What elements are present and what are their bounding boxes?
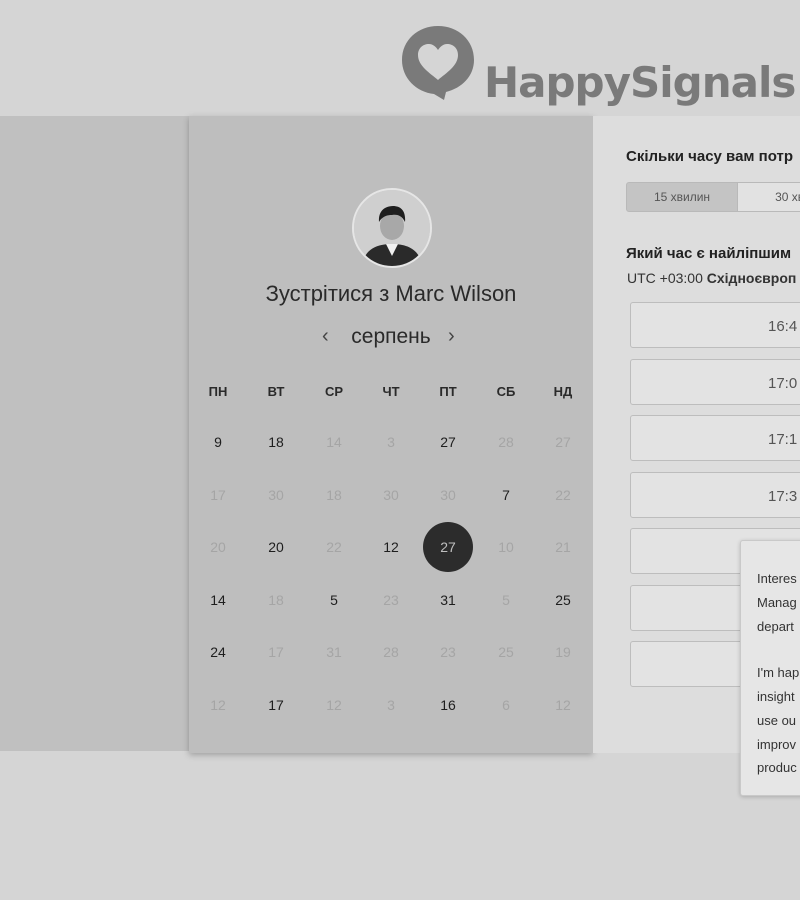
calendar-day[interactable]: 14 [193,575,243,625]
calendar-day: 31 [326,644,342,661]
calendar-day: 28 [383,644,399,661]
chat-popup-line: Interes [757,571,797,586]
calendar-day: 14 [326,434,342,450]
calendar-day: 12 [210,697,226,713]
time-slot-label: 17:0 [768,374,798,392]
weekday-label: ВТ [267,384,285,399]
calendar-day-selected[interactable]: 27 [423,522,473,573]
calendar-day: 23 [440,644,456,661]
calendar-panel: Зустрітися з Marc Wilson ‹ серпень › ПН В… [189,116,593,753]
timezone-name: Східноєвроп [706,270,797,286]
calendar-day: 28 [498,434,514,450]
chat-popup-line: Manag [757,595,797,610]
weekday-label: ЧТ [382,384,400,399]
chat-popup-line: improv [757,737,797,752]
calendar-day: 17 [268,644,284,661]
weekday-label: ПН [208,384,228,399]
calendar-day[interactable]: 20 [251,522,301,572]
time-slot-button[interactable]: 17:1 [630,415,800,461]
timezone-offset: UTC +03:00 [627,270,703,286]
calendar-day: 22 [326,539,342,556]
time-question: Який час є найліпшим [626,245,792,262]
calendar-day[interactable]: 5 [309,575,359,625]
calendar-day: 5 [502,591,510,608]
calendar-day: 27 [555,434,571,450]
calendar-day: 3 [387,697,395,713]
weekday-label: ПТ [439,384,457,399]
calendar-day[interactable]: 17 [251,680,301,730]
calendar-day: 30 [268,486,284,503]
duration-30-button[interactable]: 30 хви [737,182,800,212]
calendar-day[interactable]: 25 [538,575,588,625]
chat-popup-line: produc [757,760,797,775]
heart-speech-bubble-icon [402,26,474,100]
time-slot-label: 17:1 [768,431,798,448]
calendar-day[interactable]: 18 [251,417,301,467]
calendar-day[interactable]: 31 [423,575,473,625]
calendar-day: 30 [440,486,456,503]
time-slot-button[interactable]: 16:4 [630,302,800,348]
chat-popup-line: I'm hap [757,665,800,680]
calendar-day: 21 [555,539,571,556]
timezone-label: UTC +03:00 Східноєвроп [627,270,796,286]
chat-popup-line: insight [757,689,795,704]
calendar-day[interactable]: 16 [423,680,473,730]
month-label: серпень [351,325,431,348]
weekday-label: СР [324,384,344,399]
chat-popup[interactable]: Interes Manag depart I'm hap insight use ou im… [740,540,800,796]
chat-popup-line: use ou [757,713,797,728]
calendar-day: 12 [326,697,342,713]
calendar-day: 30 [383,486,399,503]
time-slot-button[interactable]: 17:3 [630,471,800,518]
calendar-day: 18 [268,591,284,608]
chat-popup-line: depart [757,619,794,634]
weekday-label: НД [553,384,573,399]
chevron-right-icon[interactable]: › [448,325,455,348]
happysignals-logo: HappySignals [400,24,800,104]
page-backdrop [0,116,190,751]
time-slot-label: 16:4 [768,318,798,335]
calendar-day: 3 [387,434,395,450]
meeting-title: Зустрітися з Marc Wilson [265,281,517,306]
calendar-day: 19 [555,644,571,661]
calendar-day: 17 [210,486,226,503]
host-avatar [352,188,432,268]
time-slot-button[interactable]: 17:0 [630,358,800,405]
calendar-day: 25 [498,644,514,661]
calendar-day[interactable]: 9 [193,417,243,467]
calendar-day: 6 [502,697,510,713]
duration-question: Скільки часу вам потр [626,148,794,165]
calendar-day[interactable]: 27 [423,417,473,467]
calendar-day: 18 [326,486,342,503]
weekday-label: СБ [496,384,516,399]
calendar-day: 22 [555,486,571,503]
calendar-day: 12 [555,697,571,713]
calendar-day: 23 [383,591,399,608]
calendar-day[interactable]: 7 [481,470,531,520]
calendar-day: 10 [498,539,514,556]
calendar-day[interactable]: 12 [366,522,416,572]
logo-wordmark: HappySignals [484,58,796,107]
calendar-day: 20 [210,539,226,556]
calendar-day[interactable]: 24 [193,627,243,677]
duration-15-button[interactable]: 15 хвилин [626,182,738,212]
time-slot-label: 17:3 [768,487,798,505]
month-navigation: ‹ серпень › [189,325,593,351]
